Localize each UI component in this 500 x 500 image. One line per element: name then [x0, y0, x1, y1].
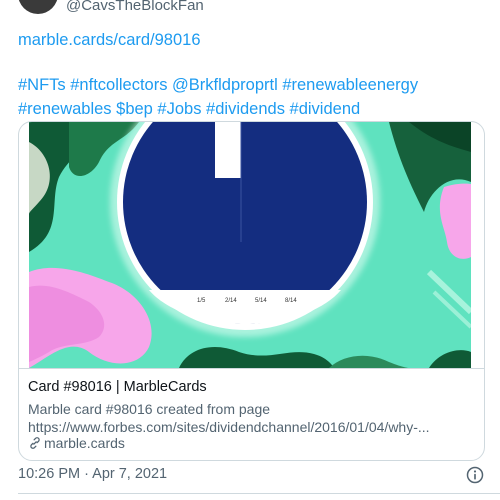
- chart-tick-1: 1/5: [197, 298, 206, 304]
- tweet-hashtags-line-1[interactable]: #NFTs #nftcollectors @Brkfldproprtl #ren…: [18, 73, 488, 97]
- divider: [18, 493, 500, 494]
- chart-tick-2: 2/14: [225, 298, 237, 304]
- info-icon[interactable]: [465, 465, 485, 485]
- link-preview-card[interactable]: 1/5 2/14 5/14 8/14 Card #98016 | MarbleC…: [18, 121, 485, 461]
- tweet-link[interactable]: marble.cards/card/98016: [18, 28, 488, 52]
- chart-tick-3: 5/14: [255, 298, 267, 304]
- card-description-line-1: Marble card #98016 created from page: [28, 401, 271, 417]
- card-image[interactable]: 1/5 2/14 5/14 8/14: [29, 122, 471, 368]
- avatar[interactable]: [18, 0, 58, 14]
- card-domain: marble.cards: [28, 435, 125, 451]
- chart-tick-4: 8/14: [285, 298, 297, 304]
- card-description-line-2: https://www.forbes.com/sites/dividendcha…: [28, 419, 430, 435]
- tweet-hashtags-line-2[interactable]: #renewables $bep #Jobs #dividends #divid…: [18, 97, 488, 121]
- card-domain-label: marble.cards: [44, 435, 125, 451]
- card-title: Card #98016 | MarbleCards: [28, 379, 207, 395]
- link-icon: [30, 437, 40, 449]
- card-info[interactable]: Card #98016 | MarbleCards Marble card #9…: [19, 368, 484, 460]
- author-handle[interactable]: @CavsTheBlockFan: [66, 0, 204, 14]
- tweet-text: marble.cards/card/98016 #NFTs #nftcollec…: [18, 28, 488, 121]
- tweet-timestamp[interactable]: 10:26 PM · Apr 7, 2021: [18, 466, 167, 482]
- marble-art: 1/5 2/14 5/14 8/14: [29, 122, 471, 368]
- card-description: Marble card #98016 created from page htt…: [28, 400, 468, 436]
